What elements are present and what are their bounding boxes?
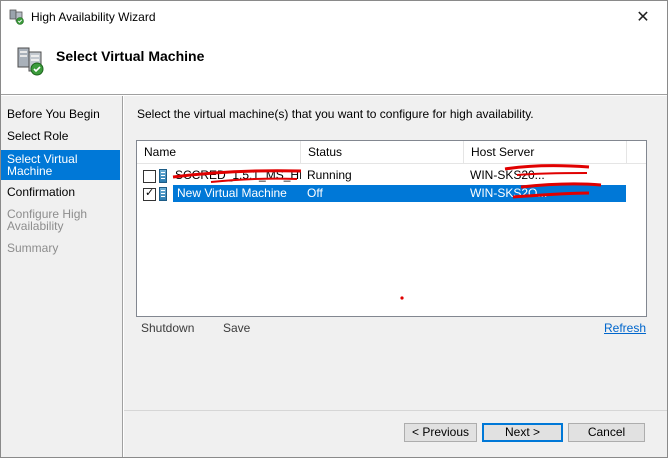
nav-item-before-you-begin[interactable]: Before You Begin — [1, 108, 120, 122]
list-header: Name Status Host Server — [137, 141, 646, 164]
wizard-steps-nav: Before You Begin Select Role Select Virt… — [1, 96, 123, 457]
column-header-status[interactable]: Status — [301, 141, 464, 164]
checkmark-icon: ✓ — [145, 187, 155, 199]
vm-status-cell: Running — [307, 168, 352, 182]
table-row[interactable]: ✓ New Virtual Machine Off WIN-SKS2O... — [137, 185, 646, 202]
next-button[interactable]: Next > — [482, 423, 563, 442]
shutdown-action: Shutdown — [141, 321, 195, 335]
footer-divider — [124, 410, 667, 411]
cancel-button[interactable]: Cancel — [568, 423, 645, 442]
column-header-name[interactable]: Name — [137, 141, 301, 164]
nav-item-select-role[interactable]: Select Role — [1, 130, 120, 144]
row-checkbox[interactable]: ✓ — [143, 187, 156, 201]
page-title: Select Virtual Machine — [56, 48, 205, 64]
cluster-wizard-icon — [9, 9, 24, 25]
virtual-machine-icon — [159, 187, 167, 201]
vm-name-cell: New Virtual Machine — [177, 186, 287, 200]
cluster-server-icon — [17, 47, 44, 76]
vm-host-cell: WIN-SKS2O... — [470, 186, 548, 200]
save-action: Save — [223, 321, 251, 335]
virtual-machine-list[interactable]: Name Status Host Server SCCRED_1.5.1_MS_… — [136, 140, 647, 317]
wizard-header: Select Virtual Machine — [1, 32, 667, 95]
nav-item-summary: Summary — [7, 241, 59, 255]
wizard-window: High Availability Wizard ✕ Select Virtua… — [0, 0, 668, 458]
virtual-machine-icon — [159, 169, 167, 183]
vm-status-cell: Off — [307, 186, 323, 200]
nav-item-confirmation[interactable]: Confirmation — [1, 186, 120, 200]
table-row[interactable]: SCCRED_1.5.1_MS_HIT... Running WIN-SKS20… — [137, 167, 646, 184]
nav-item-configure-high-availability: Configure High Availability — [7, 207, 88, 233]
close-button[interactable]: ✕ — [623, 3, 663, 31]
wizard-content: Select the virtual machine(s) that you w… — [124, 96, 667, 457]
window-title: High Availability Wizard — [31, 10, 156, 24]
row-checkbox[interactable] — [143, 170, 156, 183]
vm-host-cell: WIN-SKS20... — [470, 168, 545, 182]
close-icon: ✕ — [636, 9, 650, 26]
vm-name-cell: SCCRED_1.5.1_MS_HIT... — [175, 168, 301, 182]
previous-button[interactable]: < Previous — [404, 423, 477, 442]
refresh-link[interactable]: Refresh — [604, 321, 646, 335]
nav-item-select-virtual-machine[interactable]: Select Virtual Machine — [1, 150, 120, 180]
column-header-host-server[interactable]: Host Server — [464, 141, 627, 164]
instruction-text: Select the virtual machine(s) that you w… — [137, 107, 534, 121]
title-bar: High Availability Wizard ✕ — [1, 1, 667, 32]
